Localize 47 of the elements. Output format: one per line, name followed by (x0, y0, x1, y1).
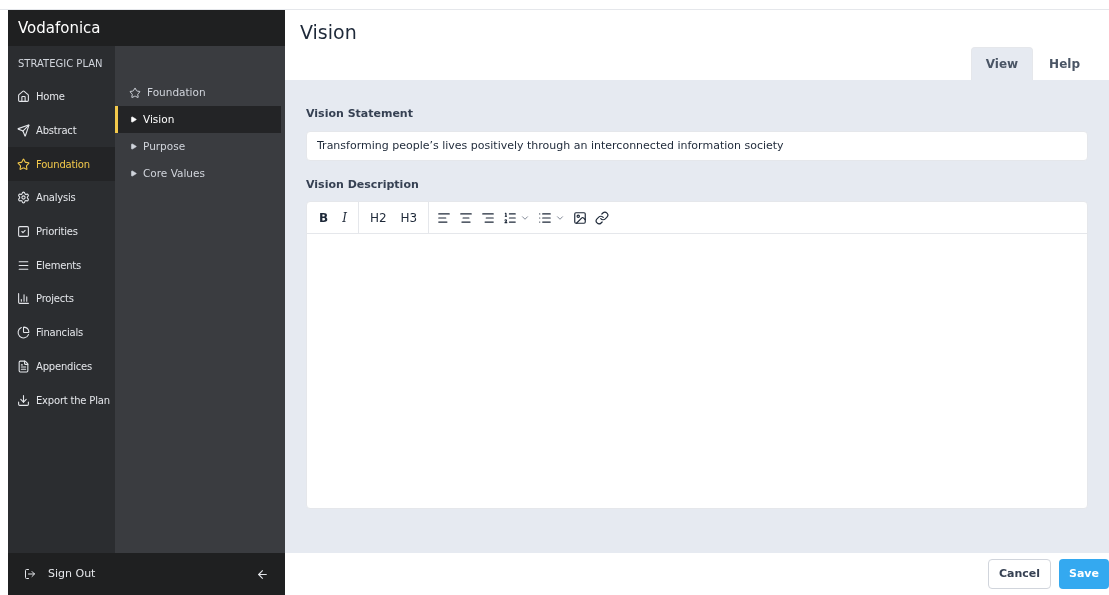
subnav-item[interactable]: Vision (115, 106, 281, 133)
sign-out-button[interactable]: Sign Out (24, 565, 96, 583)
sidebar-item[interactable]: Export the Plan (8, 383, 115, 417)
paper-plane-icon (17, 124, 30, 138)
sidebar-item[interactable]: Analysis (8, 181, 115, 215)
italic-button[interactable]: I (336, 208, 353, 227)
bar-chart-icon (17, 292, 30, 306)
gear-icon (17, 191, 30, 205)
collapse-arrow-icon[interactable] (256, 567, 269, 581)
heading-button[interactable]: H3 (394, 208, 424, 227)
star-icon (17, 157, 30, 171)
caret-icon (130, 116, 137, 123)
sidebar-item[interactable]: Appendices (8, 349, 115, 384)
field-label: Vision Statement (306, 106, 414, 122)
sign-out-icon (24, 568, 36, 580)
section-label: STRATEGIC PLAN (17, 56, 104, 71)
tab[interactable]: Help (1035, 46, 1094, 81)
app-header: Vodafonica (8, 10, 285, 46)
sidebar-item[interactable]: Elements (8, 248, 115, 283)
sidebar-item[interactable]: Financials (8, 315, 115, 350)
subnav-title: Foundation (147, 85, 206, 101)
sidebar-item[interactable]: Foundation (8, 147, 115, 182)
home-icon (17, 90, 30, 104)
subnav-item[interactable]: Purpose (115, 133, 281, 160)
checkbox-icon (17, 225, 30, 239)
sidebar-item[interactable]: Abstract (8, 113, 115, 148)
document-icon (17, 359, 30, 373)
pie-chart-icon (17, 326, 30, 340)
bold-button[interactable]: B (313, 208, 335, 227)
heading-button[interactable]: H2 (363, 208, 393, 227)
field-label: Vision Description (306, 176, 420, 193)
ordered-list-icon (503, 210, 518, 225)
rich-text-editor[interactable]: B I H2 H3 (306, 201, 1088, 509)
tab[interactable]: View (970, 46, 1034, 81)
vision-statement-field[interactable]: Transforming people’s lives positively through an interconnected information society (306, 130, 1088, 161)
download-icon (17, 393, 30, 407)
sidebar-item[interactable]: Priorities (8, 214, 115, 249)
bullet-list-icon (538, 210, 553, 225)
subnav-item[interactable]: Core Values (115, 160, 281, 187)
caret-icon (130, 143, 137, 150)
cancel-button[interactable]: Cancel (987, 559, 1051, 589)
caret-icon (130, 170, 137, 177)
sidebar-item[interactable]: Projects (8, 282, 115, 316)
star-icon (129, 87, 141, 99)
menu-icon (17, 258, 30, 272)
sidebar-item[interactable]: Home (8, 80, 115, 114)
page-title: Vision (300, 20, 358, 45)
